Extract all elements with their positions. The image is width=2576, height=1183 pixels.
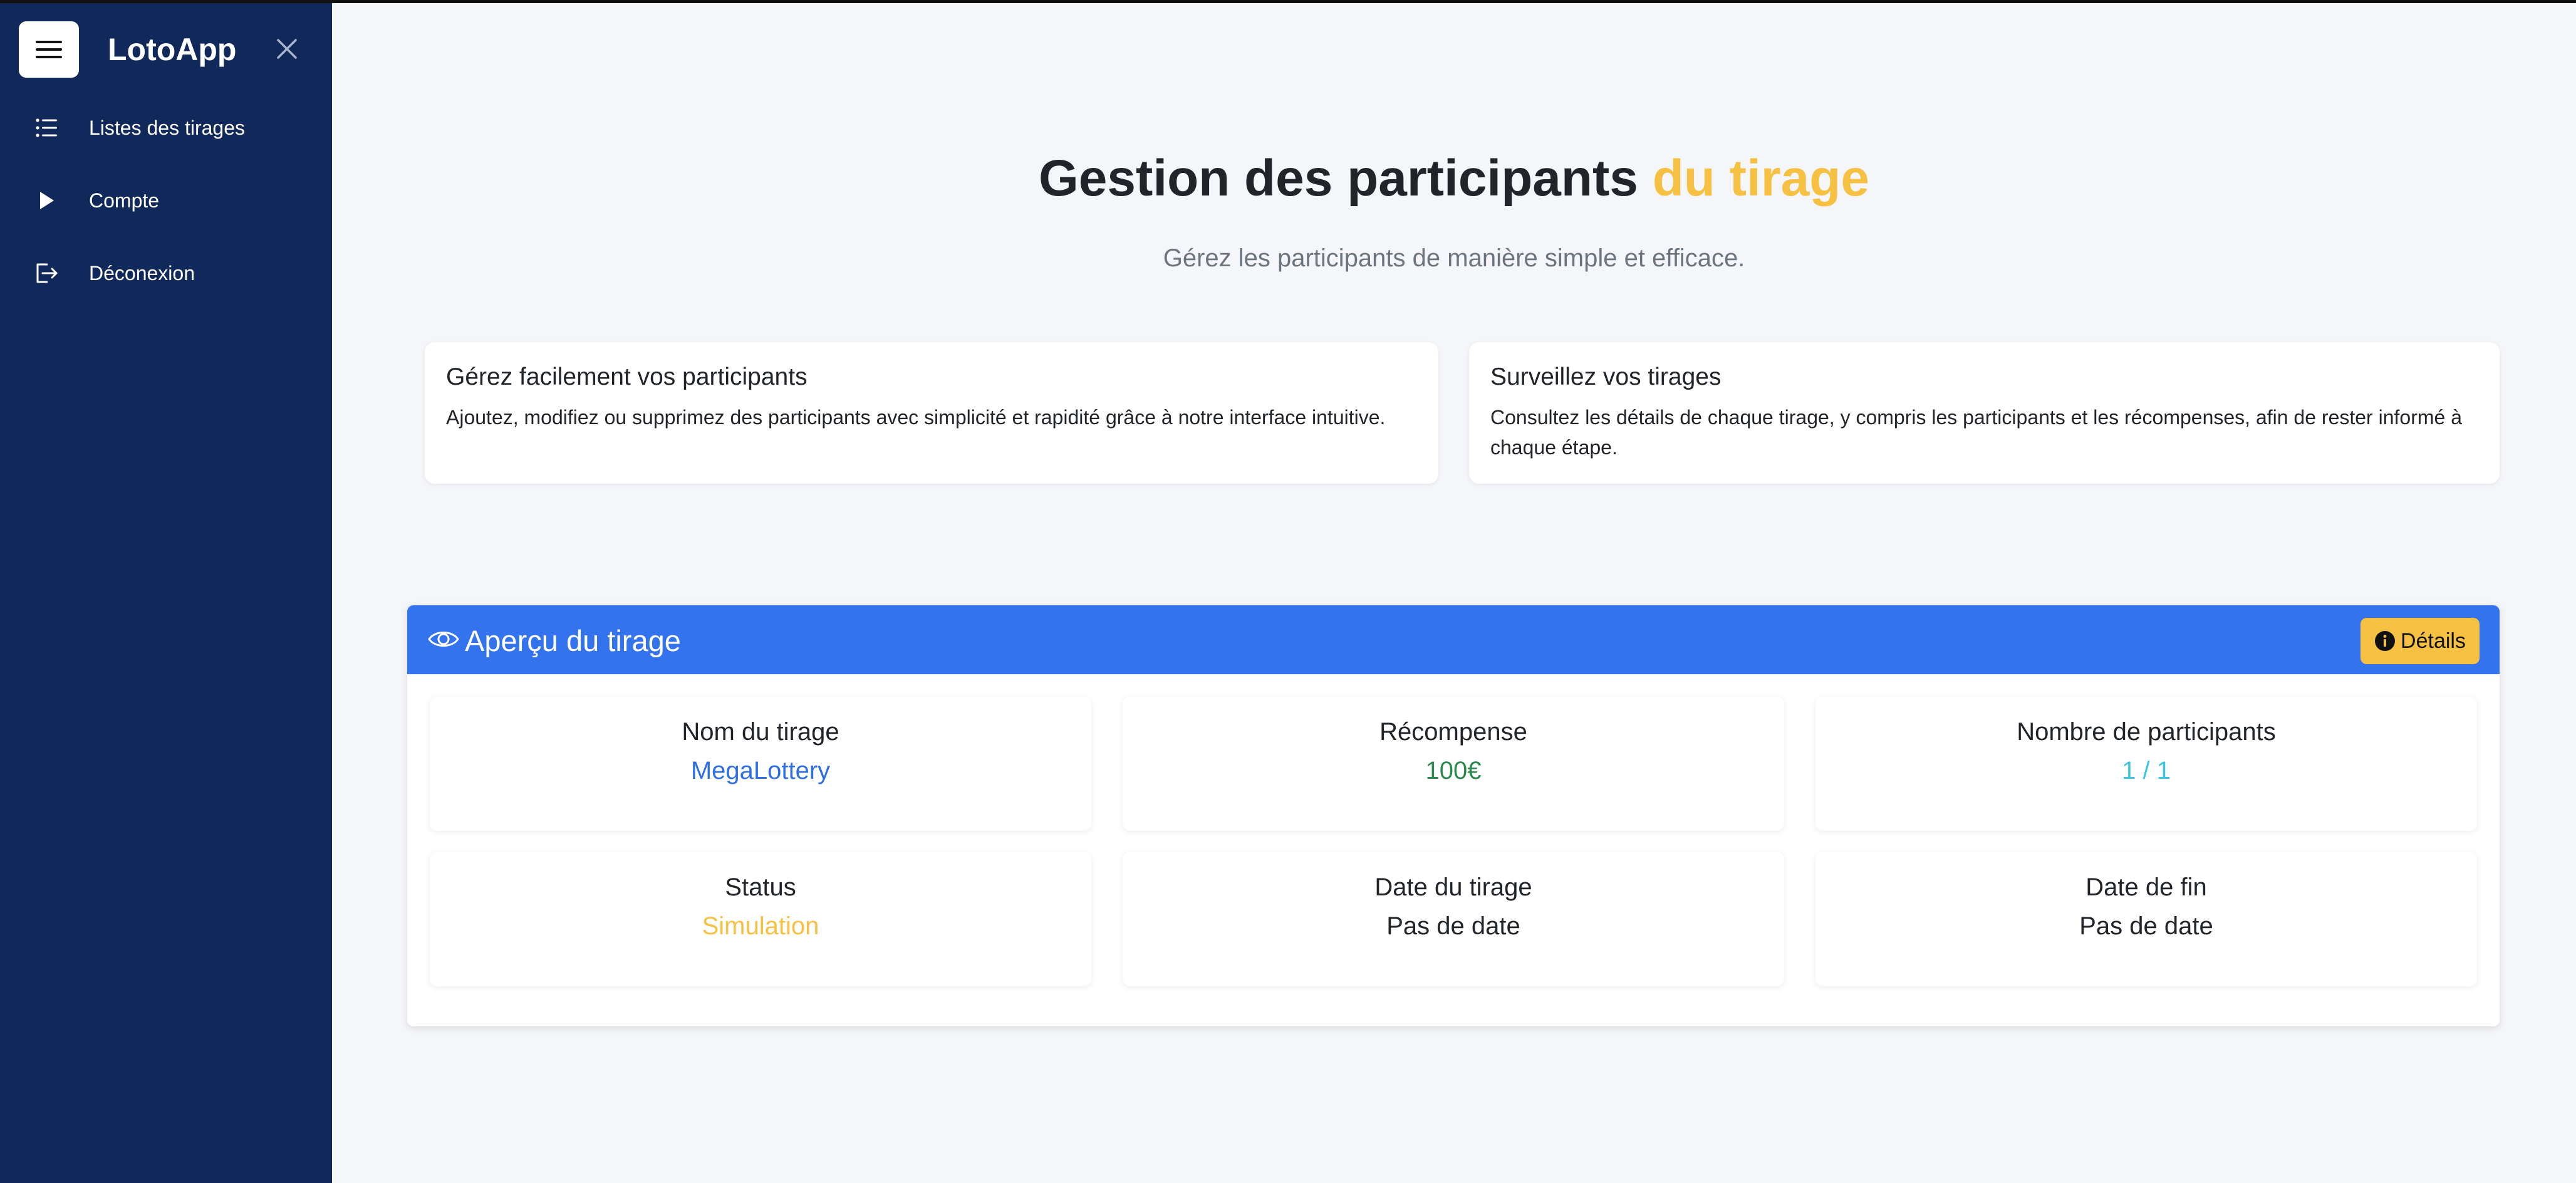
- overview-title: Aperçu du tirage: [465, 624, 681, 657]
- stat-card-recompense: Récompense 100€: [1123, 697, 1784, 831]
- app-brand: LotoApp: [108, 32, 237, 67]
- stat-value: Pas de date: [1386, 912, 1520, 940]
- stat-value: Pas de date: [2079, 912, 2213, 940]
- page-title-main: Gestion des participants: [1039, 150, 1638, 207]
- stat-value: 100€: [1425, 757, 1482, 784]
- list-icon: [33, 114, 60, 142]
- overview-panel: Aperçu du tirage Détails Nom du tirage M…: [407, 605, 2500, 1026]
- stat-label: Récompense: [1379, 718, 1527, 746]
- feature-card-tirages: Surveillez vos tirages Consultez les dét…: [1469, 342, 2500, 484]
- feature-title: Surveillez vos tirages: [1490, 363, 1722, 390]
- stat-card-nom-du-tirage: Nom du tirage MegaLottery: [430, 697, 1091, 831]
- sidebar-item-compte[interactable]: Compte: [0, 175, 332, 226]
- sidebar-item-listes-des-tirages[interactable]: Listes des tirages: [0, 103, 332, 153]
- hamburger-icon: [36, 41, 62, 58]
- overview-panel-header: Aperçu du tirage Détails: [407, 605, 2500, 674]
- eye-icon: [428, 632, 459, 647]
- hamburger-menu-button[interactable]: [19, 21, 79, 78]
- details-button[interactable]: Détails: [2360, 618, 2480, 664]
- sidebar-item-label: Déconexion: [89, 261, 195, 284]
- feature-card-participants: Gérez facilement vos participants Ajoute…: [425, 342, 1438, 484]
- logout-icon: [33, 259, 60, 287]
- details-button-label: Détails: [2401, 628, 2466, 653]
- stat-value: MegaLottery: [690, 757, 831, 784]
- stat-card-nombre-de-participants: Nombre de participants 1 / 1: [1815, 697, 2477, 831]
- stat-label: Nom du tirage: [682, 718, 839, 746]
- stat-card-date-du-tirage: Date du tirage Pas de date: [1123, 852, 1784, 986]
- close-icon[interactable]: [274, 36, 299, 61]
- stat-label: Nombre de participants: [2017, 718, 2276, 746]
- sidebar-item-label: Compte: [89, 189, 160, 212]
- page-subtitle: Gérez les participants de manière simple…: [1163, 244, 1745, 272]
- stat-value: Simulation: [702, 912, 819, 940]
- page-title: Gestion des participants du tirage: [332, 149, 2576, 208]
- stat-card-status: Status Simulation: [430, 852, 1091, 986]
- info-icon: [2375, 631, 2396, 651]
- sidebar: LotoApp Listes des tirages Compte Décone…: [0, 0, 332, 1183]
- stat-label: Status: [725, 873, 796, 901]
- feature-text: Consultez les détails de chaque tirage, …: [1490, 406, 2462, 459]
- stat-card-date-de-fin: Date de fin Pas de date: [1815, 852, 2477, 986]
- stat-label: Date du tirage: [1374, 873, 1532, 901]
- play-icon: [33, 187, 60, 214]
- page-title-accent: du tirage: [1652, 150, 1869, 207]
- stat-label: Date de fin: [2085, 873, 2207, 901]
- feature-title: Gérez facilement vos participants: [446, 363, 808, 390]
- stat-value: 1 / 1: [2122, 757, 2171, 784]
- window-top-border: [0, 0, 2576, 3]
- sidebar-item-label: Listes des tirages: [89, 116, 246, 139]
- sidebar-item-deconexion[interactable]: Déconexion: [0, 248, 332, 298]
- feature-text: Ajoutez, modifiez ou supprimez des parti…: [446, 406, 1386, 429]
